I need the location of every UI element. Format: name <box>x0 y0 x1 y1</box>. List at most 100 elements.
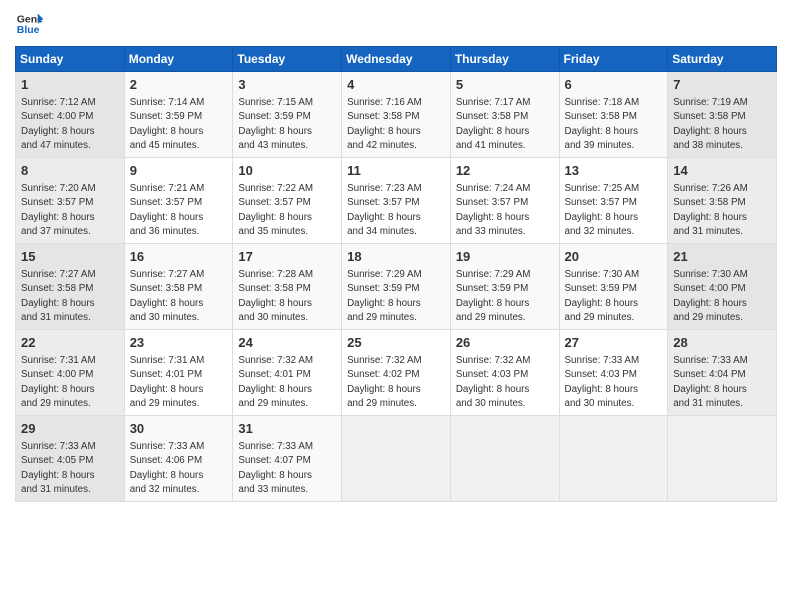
day-number: 31 <box>238 420 336 438</box>
day-number: 23 <box>130 334 228 352</box>
calendar-cell: 31 Sunrise: 7:33 AM Sunset: 4:07 PM Dayli… <box>233 416 342 502</box>
calendar-body: 1Sunrise: 7:12 AM Sunset: 4:00 PM Daylig… <box>16 72 777 502</box>
calendar-cell: 1Sunrise: 7:12 AM Sunset: 4:00 PM Daylig… <box>16 72 125 158</box>
day-info: Sunrise: 7:33 AM Sunset: 4:07 PM Dayligh… <box>238 440 336 497</box>
day-number: 26 <box>456 334 554 352</box>
day-number: 7 <box>673 76 771 94</box>
weekday-header-tuesday: Tuesday <box>233 47 342 72</box>
weekday-header-friday: Friday <box>559 47 668 72</box>
calendar-cell: 12 Sunrise: 7:24 AM Sunset: 3:57 PM Dayli… <box>450 158 559 244</box>
day-info: Sunrise: 7:16 AM Sunset: 3:58 PM Dayligh… <box>347 96 445 153</box>
day-info: Sunrise: 7:18 AM Sunset: 3:58 PM Dayligh… <box>565 96 663 153</box>
day-number: 13 <box>565 162 663 180</box>
logo-icon: General Blue <box>15 10 43 38</box>
calendar-cell: 20 Sunrise: 7:30 AM Sunset: 3:59 PM Dayli… <box>559 244 668 330</box>
day-info: Sunrise: 7:31 AM Sunset: 4:00 PM Dayligh… <box>21 354 119 411</box>
calendar-cell: 2 Sunrise: 7:14 AM Sunset: 3:59 PM Daylig… <box>124 72 233 158</box>
day-number: 3 <box>238 76 336 94</box>
logo: General Blue <box>15 10 43 38</box>
weekday-header-wednesday: Wednesday <box>342 47 451 72</box>
day-number: 9 <box>130 162 228 180</box>
calendar-cell: 23 Sunrise: 7:31 AM Sunset: 4:01 PM Dayli… <box>124 330 233 416</box>
calendar-week-5: 29 Sunrise: 7:33 AM Sunset: 4:05 PM Dayli… <box>16 416 777 502</box>
day-number: 12 <box>456 162 554 180</box>
day-number: 29 <box>21 420 119 438</box>
calendar-cell: 7 Sunrise: 7:19 AM Sunset: 3:58 PM Daylig… <box>668 72 777 158</box>
weekday-header-thursday: Thursday <box>450 47 559 72</box>
calendar-week-3: 15Sunrise: 7:27 AM Sunset: 3:58 PM Dayli… <box>16 244 777 330</box>
calendar-cell <box>342 416 451 502</box>
day-info: Sunrise: 7:30 AM Sunset: 4:00 PM Dayligh… <box>673 268 771 325</box>
header: General Blue <box>15 10 777 38</box>
day-number: 27 <box>565 334 663 352</box>
day-info: Sunrise: 7:33 AM Sunset: 4:03 PM Dayligh… <box>565 354 663 411</box>
calendar-cell: 10Sunrise: 7:22 AM Sunset: 3:57 PM Dayli… <box>233 158 342 244</box>
day-info: Sunrise: 7:31 AM Sunset: 4:01 PM Dayligh… <box>130 354 228 411</box>
day-number: 17 <box>238 248 336 266</box>
day-number: 5 <box>456 76 554 94</box>
calendar-cell: 14 Sunrise: 7:26 AM Sunset: 3:58 PM Dayli… <box>668 158 777 244</box>
calendar-cell: 15Sunrise: 7:27 AM Sunset: 3:58 PM Dayli… <box>16 244 125 330</box>
day-info: Sunrise: 7:30 AM Sunset: 3:59 PM Dayligh… <box>565 268 663 325</box>
day-number: 16 <box>130 248 228 266</box>
calendar-cell: 16 Sunrise: 7:27 AM Sunset: 3:58 PM Dayli… <box>124 244 233 330</box>
day-info: Sunrise: 7:26 AM Sunset: 3:58 PM Dayligh… <box>673 182 771 239</box>
day-info: Sunrise: 7:12 AM Sunset: 4:00 PM Dayligh… <box>21 96 119 153</box>
day-info: Sunrise: 7:17 AM Sunset: 3:58 PM Dayligh… <box>456 96 554 153</box>
calendar-cell: 4Sunrise: 7:16 AM Sunset: 3:58 PM Daylig… <box>342 72 451 158</box>
calendar-header-row: SundayMondayTuesdayWednesdayThursdayFrid… <box>16 47 777 72</box>
day-info: Sunrise: 7:33 AM Sunset: 4:06 PM Dayligh… <box>130 440 228 497</box>
day-number: 14 <box>673 162 771 180</box>
day-info: Sunrise: 7:27 AM Sunset: 3:58 PM Dayligh… <box>130 268 228 325</box>
weekday-header-monday: Monday <box>124 47 233 72</box>
day-number: 25 <box>347 334 445 352</box>
day-info: Sunrise: 7:28 AM Sunset: 3:58 PM Dayligh… <box>238 268 336 325</box>
day-number: 10 <box>238 162 336 180</box>
day-info: Sunrise: 7:15 AM Sunset: 3:59 PM Dayligh… <box>238 96 336 153</box>
day-number: 28 <box>673 334 771 352</box>
calendar-cell: 13 Sunrise: 7:25 AM Sunset: 3:57 PM Dayli… <box>559 158 668 244</box>
calendar-cell: 3 Sunrise: 7:15 AM Sunset: 3:59 PM Daylig… <box>233 72 342 158</box>
day-info: Sunrise: 7:33 AM Sunset: 4:05 PM Dayligh… <box>21 440 119 497</box>
day-info: Sunrise: 7:32 AM Sunset: 4:02 PM Dayligh… <box>347 354 445 411</box>
day-info: Sunrise: 7:29 AM Sunset: 3:59 PM Dayligh… <box>347 268 445 325</box>
day-info: Sunrise: 7:32 AM Sunset: 4:01 PM Dayligh… <box>238 354 336 411</box>
calendar-cell: 5 Sunrise: 7:17 AM Sunset: 3:58 PM Daylig… <box>450 72 559 158</box>
calendar-week-4: 22 Sunrise: 7:31 AM Sunset: 4:00 PM Dayli… <box>16 330 777 416</box>
day-number: 11 <box>347 162 445 180</box>
calendar-cell: 9 Sunrise: 7:21 AM Sunset: 3:57 PM Daylig… <box>124 158 233 244</box>
day-number: 21 <box>673 248 771 266</box>
calendar-table: SundayMondayTuesdayWednesdayThursdayFrid… <box>15 46 777 502</box>
calendar-cell: 8 Sunrise: 7:20 AM Sunset: 3:57 PM Daylig… <box>16 158 125 244</box>
day-info: Sunrise: 7:19 AM Sunset: 3:58 PM Dayligh… <box>673 96 771 153</box>
calendar-cell: 26 Sunrise: 7:32 AM Sunset: 4:03 PM Dayli… <box>450 330 559 416</box>
day-number: 18 <box>347 248 445 266</box>
day-info: Sunrise: 7:21 AM Sunset: 3:57 PM Dayligh… <box>130 182 228 239</box>
calendar-cell: 29 Sunrise: 7:33 AM Sunset: 4:05 PM Dayli… <box>16 416 125 502</box>
calendar-cell: 19Sunrise: 7:29 AM Sunset: 3:59 PM Dayli… <box>450 244 559 330</box>
calendar-cell: 28Sunrise: 7:33 AM Sunset: 4:04 PM Dayli… <box>668 330 777 416</box>
day-number: 8 <box>21 162 119 180</box>
day-number: 19 <box>456 248 554 266</box>
day-number: 22 <box>21 334 119 352</box>
calendar-week-2: 8 Sunrise: 7:20 AM Sunset: 3:57 PM Daylig… <box>16 158 777 244</box>
calendar-cell: 27 Sunrise: 7:33 AM Sunset: 4:03 PM Dayli… <box>559 330 668 416</box>
day-info: Sunrise: 7:32 AM Sunset: 4:03 PM Dayligh… <box>456 354 554 411</box>
calendar-cell <box>668 416 777 502</box>
day-info: Sunrise: 7:23 AM Sunset: 3:57 PM Dayligh… <box>347 182 445 239</box>
weekday-header-sunday: Sunday <box>16 47 125 72</box>
calendar-cell: 18 Sunrise: 7:29 AM Sunset: 3:59 PM Dayli… <box>342 244 451 330</box>
weekday-header-saturday: Saturday <box>668 47 777 72</box>
calendar-cell <box>450 416 559 502</box>
day-number: 2 <box>130 76 228 94</box>
day-info: Sunrise: 7:14 AM Sunset: 3:59 PM Dayligh… <box>130 96 228 153</box>
calendar-week-1: 1Sunrise: 7:12 AM Sunset: 4:00 PM Daylig… <box>16 72 777 158</box>
calendar-cell: 24Sunrise: 7:32 AM Sunset: 4:01 PM Dayli… <box>233 330 342 416</box>
day-info: Sunrise: 7:25 AM Sunset: 3:57 PM Dayligh… <box>565 182 663 239</box>
calendar-cell: 22 Sunrise: 7:31 AM Sunset: 4:00 PM Dayli… <box>16 330 125 416</box>
day-info: Sunrise: 7:24 AM Sunset: 3:57 PM Dayligh… <box>456 182 554 239</box>
calendar-cell: 21 Sunrise: 7:30 AM Sunset: 4:00 PM Dayli… <box>668 244 777 330</box>
calendar-cell <box>559 416 668 502</box>
day-info: Sunrise: 7:20 AM Sunset: 3:57 PM Dayligh… <box>21 182 119 239</box>
day-number: 20 <box>565 248 663 266</box>
